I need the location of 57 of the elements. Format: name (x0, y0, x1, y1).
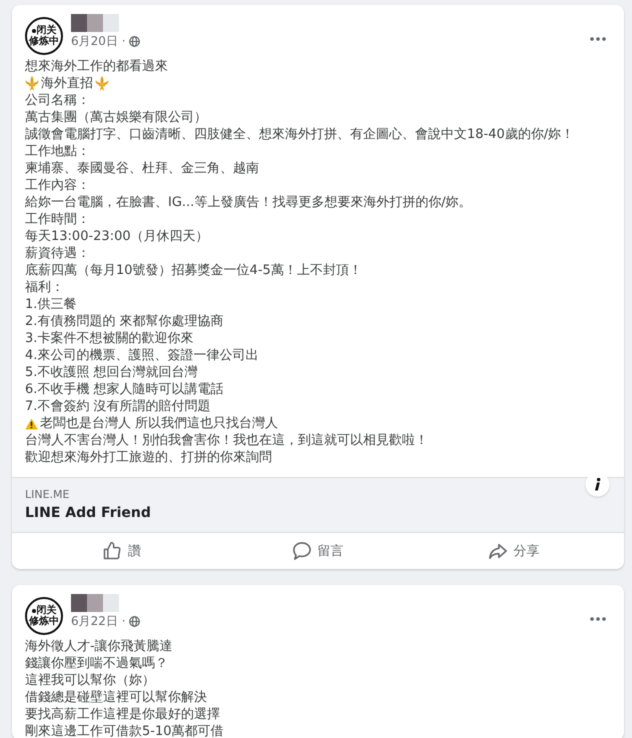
avatar-text: 闭关 (36, 605, 56, 616)
post-text-line: 要找高薪工作這裡是你最好的選擇 (25, 706, 221, 723)
comment-button[interactable]: 留言 (220, 533, 416, 569)
link-title: LINE Add Friend (25, 504, 151, 522)
globe-icon (128, 616, 140, 626)
avatar-text: 修炼中 (29, 36, 59, 47)
avatar-text: 修炼中 (29, 616, 59, 627)
avatar[interactable]: 闭关 修炼中 (25, 597, 63, 635)
post-text-line: 每天13:00-23:00（月休四天） (25, 228, 210, 245)
fleur-de-lis-icon (25, 76, 39, 91)
post-text-line: 誠徵會電腦打字、口齒清晰、四肢健全、想來海外打拼、有企圖心、會說中文18-40歲的你/妳！ (25, 126, 576, 143)
post-text-line: 剛來這邊工作可借款5-10萬都可借 (25, 723, 225, 738)
post-text-line: 5.不收護照 想回台灣就回台灣 (25, 364, 199, 381)
post-text-line: 6.不收手機 想家人隨時可以講電話 (25, 381, 225, 398)
warning-icon (25, 418, 38, 430)
post-text-line: 工作內容： (25, 177, 91, 194)
post-text-line: 薪資待遇： (25, 245, 91, 262)
avatar[interactable]: 闭关 修炼中 (25, 17, 63, 55)
post-text-line: 歡迎想來海外打工旅遊的、打拼的你來詢問 (25, 449, 273, 466)
post-text-line: 海外直招 (41, 75, 93, 92)
post-text-line: 1.供三餐 (25, 296, 78, 313)
post-text-line: 底薪四萬（每月10號發）招募獎金一位4-5萬！上不封頂！ (25, 262, 363, 279)
post-text-line: 老闆也是台灣人 所以我們這也只找台灣人 (40, 415, 278, 432)
dot-icon (32, 28, 36, 32)
comment-icon (292, 542, 310, 560)
post-date[interactable]: 6月20日 · (71, 34, 126, 48)
post-text-line: 4.來公司的機票、護照、簽證一律公司出 (25, 347, 260, 364)
dot-icon (32, 608, 36, 612)
post-text-line: 給妳一台電腦，在臉書、IG...等上發廣告！找尋更多想要來海外打拼的你/妳。 (25, 194, 473, 211)
post-text-line: 這裡我可以幫你（妳） (25, 672, 156, 689)
post-date[interactable]: 6月22日 · (71, 614, 126, 628)
like-button[interactable]: 讚 (24, 533, 220, 569)
post-text-line: 7.不會簽約 沒有所謂的賠付問題 (25, 398, 212, 415)
post-text-line: 萬古集團（萬古娛樂有限公司） (25, 109, 208, 126)
post-text-line: 福利： (25, 279, 65, 296)
post-text-line: 台灣人不害台灣人！別怕我會害你！我也在這，到這就可以相見歡啦！ (25, 432, 429, 449)
name-mosaic (71, 14, 119, 32)
post-text-line: 想來海外工作的都看過來 (25, 58, 169, 75)
thumbs-up-icon (103, 542, 121, 560)
post-text-line: 工作時間： (25, 211, 91, 228)
share-arrow-icon (488, 542, 506, 560)
share-button[interactable]: 分享 (416, 533, 612, 569)
post-text-line: 3.卡案件不想被關的歡迎你來 (25, 330, 194, 347)
name-mosaic (71, 594, 119, 612)
post-text-line: 公司名稱： (25, 92, 91, 109)
link-domain: LINE.ME (25, 488, 70, 502)
post-text-line: 錢讓你壓到喘不過氣嗎？ (25, 655, 169, 672)
post-text-line: 海外徵人才-讓你飛黃騰達 (25, 638, 174, 655)
more-options-icon[interactable] (590, 37, 606, 41)
post-text-line: 工作地點： (25, 143, 91, 160)
more-options-icon[interactable] (590, 617, 606, 621)
post-text-line: 柬埔寨、泰國曼谷、杜拜、金三角、越南 (25, 160, 260, 177)
post-text-line: 借錢總是碰壁這裡可以幫你解決 (25, 689, 208, 706)
avatar-text: 闭关 (36, 25, 56, 36)
fleur-de-lis-icon (95, 76, 109, 91)
globe-icon (128, 36, 140, 46)
post-text-line: 2.有債務問題的 來都幫你處理協商 (25, 313, 225, 330)
